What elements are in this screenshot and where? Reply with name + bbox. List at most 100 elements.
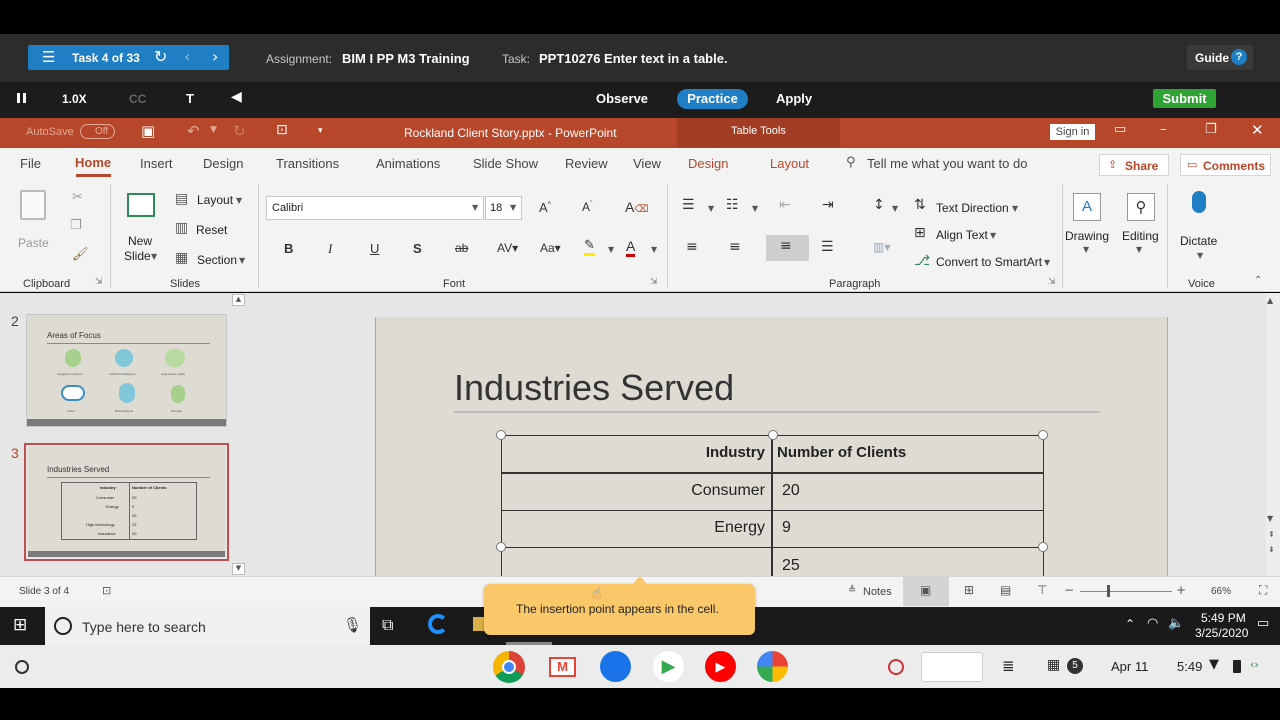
close-icon[interactable]: ✕ — [1251, 121, 1264, 139]
dictate-dropdown-icon[interactable]: ▼ — [1197, 251, 1203, 260]
font-name-dropdown-icon[interactable]: ▼ — [472, 203, 478, 212]
speaker-icon[interactable]: 🔈 — [1168, 616, 1184, 631]
tab-insert[interactable]: Insert — [140, 156, 173, 171]
tab-slide-show[interactable]: Slide Show — [473, 156, 538, 171]
zoom-out-icon[interactable]: − — [1064, 583, 1074, 597]
table-cell[interactable]: Consumer — [691, 482, 765, 500]
photos-icon[interactable] — [757, 651, 788, 682]
presentation-icon[interactable]: ⊡ — [276, 122, 288, 138]
shelf-time[interactable]: 5:49 — [1177, 659, 1202, 674]
reading-view-icon[interactable]: ▤ — [1000, 583, 1011, 597]
microphone-icon[interactable] — [1192, 191, 1206, 213]
tab-view[interactable]: View — [633, 156, 661, 171]
table-header-industry[interactable]: Industry — [706, 444, 765, 461]
youtube-icon[interactable]: ▶ — [705, 651, 736, 682]
guide-button[interactable]: Guide ? — [1187, 45, 1253, 70]
new-slide-label-2[interactable]: Slide — [124, 249, 151, 263]
thumbnail-slide-3[interactable]: Industries Served Industry Number of Cli… — [24, 443, 229, 561]
bold-icon[interactable]: B — [284, 241, 293, 256]
cc-button[interactable]: CC — [129, 92, 146, 106]
format-painter-icon[interactable]: 🖌 — [72, 247, 89, 262]
resize-handle[interactable] — [768, 430, 778, 440]
microphone-search-icon[interactable]: 🎙 — [343, 616, 362, 634]
zoom-level[interactable]: 66% — [1211, 586, 1231, 597]
tab-home[interactable]: Home — [75, 155, 111, 170]
restore-icon[interactable]: ❐ — [1205, 122, 1217, 137]
undo-dropdown-icon[interactable]: ▼ — [210, 125, 217, 135]
slide-sorter-icon[interactable]: ⊞ — [964, 583, 974, 597]
reset-icon[interactable]: ↻ — [154, 47, 167, 66]
justify-icon[interactable]: ☰ — [821, 239, 834, 255]
font-name-box[interactable]: Calibri ▼ — [266, 196, 484, 220]
highlight-icon[interactable]: ✎ — [584, 238, 595, 256]
editing-dropdown-icon[interactable]: ▼ — [1136, 245, 1142, 254]
font-launcher-icon[interactable]: ⇲ — [650, 277, 658, 287]
scroll-down-icon[interactable]: ▼ — [1267, 514, 1273, 523]
text-toggle-button[interactable]: T — [186, 91, 194, 106]
next-slide-icon[interactable]: ⇟ — [1268, 545, 1275, 554]
section-button[interactable]: Section — [197, 253, 237, 267]
clear-formatting-icon[interactable]: A⌫ — [625, 199, 648, 215]
paragraph-launcher-icon[interactable]: ⇲ — [1048, 277, 1056, 287]
save-icon[interactable]: ▣ — [141, 122, 155, 140]
line-spacing-icon[interactable]: ↕ — [873, 197, 885, 213]
columns-icon[interactable]: ▥▾ — [873, 240, 890, 254]
numbering-dropdown-icon[interactable]: ▼ — [752, 204, 758, 213]
bullets-icon[interactable]: ☰ — [682, 197, 695, 213]
underline-icon[interactable]: U — [370, 241, 379, 256]
editing-icon[interactable]: ⚲ — [1127, 193, 1155, 221]
sign-in-button[interactable]: Sign in — [1050, 124, 1095, 140]
comments-button[interactable]: ▭ Comments — [1180, 154, 1271, 176]
align-left-icon[interactable]: ≡ — [686, 239, 698, 255]
wifi-icon[interactable]: ◠ — [1147, 616, 1158, 631]
resize-handle[interactable] — [496, 430, 506, 440]
decrease-indent-icon[interactable]: ⇤ — [779, 197, 791, 213]
text-direction-button[interactable]: Text Direction — [936, 201, 1009, 215]
table-cell[interactable]: 25 — [782, 557, 800, 575]
previous-task-icon[interactable]: ‹ — [184, 47, 190, 66]
thumb-scroll-up-icon[interactable]: ▲ — [232, 294, 245, 306]
change-case-icon[interactable]: Aa▾ — [540, 241, 561, 255]
text-shadow-icon[interactable]: S — [413, 241, 422, 256]
fit-slide-icon[interactable]: ⛶ — [1259, 583, 1267, 598]
resize-handle[interactable] — [496, 542, 506, 552]
slideshow-icon[interactable]: ⊤ — [1037, 583, 1047, 597]
notes-icon[interactable]: ≜ — [848, 585, 856, 596]
window-preview[interactable] — [921, 652, 983, 682]
mode-apply[interactable]: Apply — [776, 91, 812, 106]
mode-practice[interactable]: Practice — [677, 89, 748, 109]
tab-table-layout[interactable]: Layout — [770, 156, 809, 171]
editing-button[interactable]: Editing — [1122, 229, 1159, 243]
strikethrough-icon[interactable]: ab — [455, 241, 468, 255]
reset-button[interactable]: Reset — [196, 223, 227, 237]
phone-hub-icon[interactable]: ▦ — [1047, 657, 1060, 673]
screen-record-icon[interactable] — [888, 659, 904, 675]
align-right-icon[interactable]: ≡ — [766, 235, 809, 261]
notification-icon[interactable]: ▭ — [1257, 616, 1269, 631]
redo-icon[interactable]: ↻ — [233, 122, 246, 140]
zoom-in-icon[interactable]: + — [1176, 583, 1186, 597]
battery-icon[interactable] — [1233, 660, 1241, 673]
thumb-scroll-down-icon[interactable]: ▼ — [232, 563, 245, 575]
dictate-button[interactable]: Dictate — [1180, 234, 1217, 248]
clipboard-history-icon[interactable]: ≣ — [1002, 657, 1015, 675]
table-cell[interactable]: 20 — [782, 482, 800, 500]
new-slide-dropdown-icon[interactable]: ▼ — [151, 252, 157, 261]
convert-smartart-button[interactable]: Convert to SmartArt — [936, 255, 1042, 269]
notification-count[interactable]: 5 — [1067, 658, 1083, 674]
search-box[interactable]: Type here to search 🎙 — [45, 607, 370, 645]
increase-indent-icon[interactable]: ⇥ — [822, 197, 834, 213]
drawing-button[interactable]: Drawing — [1065, 229, 1109, 243]
scroll-up-icon[interactable]: ▲ — [1267, 296, 1273, 305]
new-slide-label-1[interactable]: New — [128, 234, 152, 248]
speed-button[interactable]: 1.0X — [62, 92, 87, 106]
notes-button[interactable]: Notes — [863, 586, 892, 598]
line-spacing-dropdown-icon[interactable]: ▼ — [892, 204, 898, 213]
chrome-icon[interactable] — [493, 651, 525, 683]
table-cell[interactable]: Energy — [714, 519, 765, 537]
font-size-dropdown-icon[interactable]: ▼ — [510, 203, 516, 212]
increase-font-icon[interactable]: A^ — [539, 200, 551, 215]
clipboard-launcher-icon[interactable]: ⇲ — [95, 277, 103, 287]
customize-qat-icon[interactable]: ▾ — [318, 126, 323, 136]
font-color-icon[interactable]: A — [626, 239, 636, 257]
